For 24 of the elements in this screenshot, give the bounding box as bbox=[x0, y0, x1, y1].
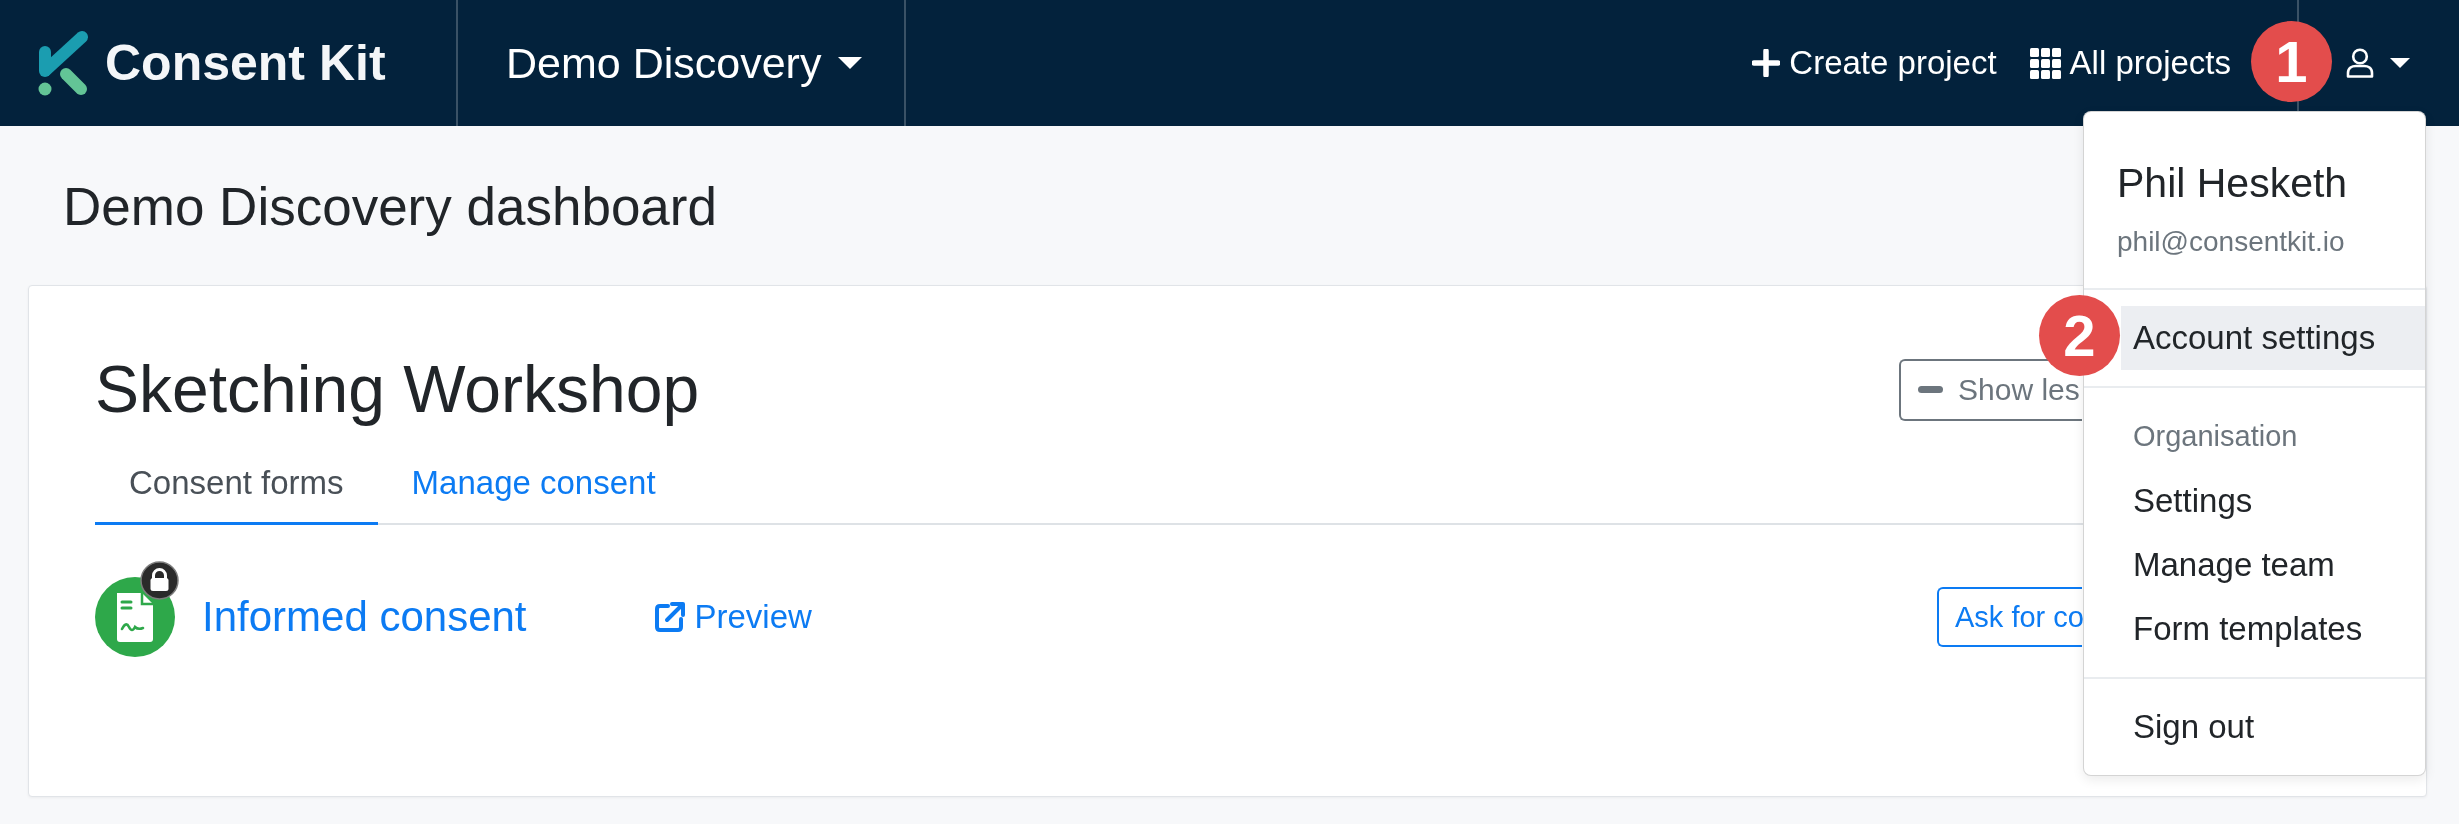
grid-icon bbox=[2029, 47, 2061, 79]
brand-name: Consent Kit bbox=[105, 34, 386, 92]
create-project-link[interactable]: Create project bbox=[1752, 44, 1997, 82]
form-name-link[interactable]: Informed consent bbox=[202, 593, 527, 641]
user-email: phil@consentkit.io bbox=[2117, 225, 2345, 259]
external-link-icon bbox=[653, 601, 686, 633]
menu-section-heading: Organisation bbox=[2133, 419, 2298, 454]
user-icon bbox=[2346, 48, 2374, 78]
tab[interactable]: Consent forms bbox=[95, 447, 378, 525]
caret-icon bbox=[838, 57, 863, 69]
plus-icon bbox=[1752, 49, 1781, 77]
page-title: Demo Discovery dashboard bbox=[63, 176, 717, 238]
tab[interactable]: Manage consent bbox=[377, 447, 690, 525]
project-title: Sketching Workshop bbox=[95, 351, 700, 428]
project-switcher[interactable]: Demo Discovery bbox=[456, 0, 906, 126]
minus-icon bbox=[1918, 386, 1943, 393]
user-name: Phil Hesketh bbox=[2117, 159, 2348, 208]
menu-item[interactable]: Account settings bbox=[2121, 306, 2425, 370]
show-less-button[interactable]: Show les bbox=[1899, 358, 2082, 421]
caret-icon bbox=[2390, 58, 2410, 68]
ask-for-consent-button[interactable]: Ask for co bbox=[1937, 587, 2082, 647]
logo-icon bbox=[38, 30, 88, 96]
preview-link[interactable]: Preview bbox=[653, 598, 812, 636]
all-projects-link[interactable]: All projects bbox=[2029, 44, 2231, 82]
